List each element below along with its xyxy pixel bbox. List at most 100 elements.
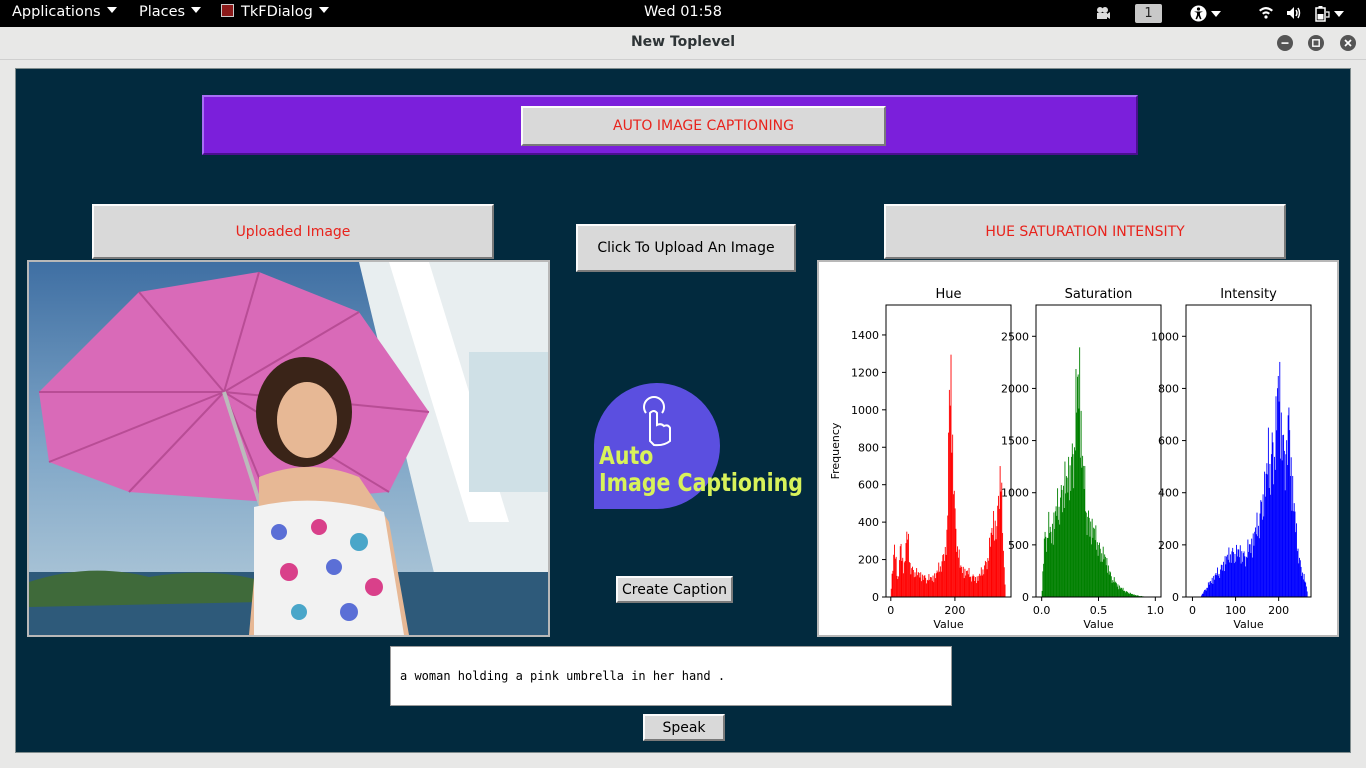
x-tick-label: 100 <box>1225 604 1246 617</box>
chart-title: Intensity <box>1220 287 1277 302</box>
histogram-bar <box>890 588 892 597</box>
workspace-indicator[interactable]: 1 <box>1135 4 1162 23</box>
histogram-bar <box>949 405 951 597</box>
histogram-bar <box>935 573 937 597</box>
histogram-bar <box>981 575 983 597</box>
histogram-bar <box>993 540 995 597</box>
y-tick-label: 2000 <box>1001 382 1029 395</box>
close-button[interactable] <box>1340 35 1356 51</box>
histogram-bar <box>964 568 966 597</box>
histogram-bar <box>997 505 999 597</box>
caption-output[interactable]: a woman holding a pink umbrella in her h… <box>390 646 952 706</box>
chevron-down-icon[interactable] <box>1334 11 1344 17</box>
minimize-button[interactable] <box>1277 35 1293 51</box>
y-tick-label: 400 <box>858 516 879 529</box>
histogram-saturation: Saturation Value 0.0 0.5 1.0 0 500 1000 1500 2000… <box>1001 287 1164 631</box>
histogram-bar <box>921 574 923 597</box>
histogram-bar <box>985 562 987 597</box>
histogram-bar <box>929 579 931 597</box>
create-caption-button[interactable]: Create Caption <box>616 576 733 603</box>
histogram-bar <box>1002 533 1004 597</box>
clock[interactable]: Wed 01:58 <box>644 4 722 20</box>
histogram-bar <box>912 566 913 597</box>
histogram-bar <box>894 544 895 597</box>
histogram-bar <box>1306 591 1308 597</box>
wifi-icon[interactable] <box>1258 5 1274 19</box>
y-tick-label: 1500 <box>1001 435 1029 448</box>
app-content: AUTO IMAGE CAPTIONING Uploaded Image Cli… <box>15 68 1351 753</box>
histogram-bar <box>917 572 919 597</box>
histogram-bar <box>953 490 955 597</box>
histogram-bar <box>996 526 998 597</box>
histogram-bar <box>948 432 950 597</box>
histogram-bar <box>923 575 925 597</box>
histogram-bar <box>966 570 968 597</box>
speak-button[interactable]: Speak <box>643 714 725 741</box>
histogram-bar <box>956 551 958 597</box>
window-titlebar[interactable]: New Toplevel <box>0 27 1366 60</box>
histogram-bar <box>989 537 990 597</box>
histogram-bar <box>899 546 901 597</box>
video-camera-icon[interactable] <box>1095 5 1111 21</box>
histogram-bar <box>902 557 904 597</box>
volume-icon[interactable] <box>1286 5 1302 21</box>
chevron-down-icon[interactable] <box>1211 11 1221 17</box>
histogram-bar <box>910 574 912 597</box>
histogram-bar <box>894 558 896 597</box>
histogram-bar <box>922 579 924 597</box>
histogram-bar <box>920 572 922 597</box>
histogram-bar <box>971 581 972 597</box>
histogram-bar <box>938 562 940 597</box>
histogram-bar <box>976 576 978 597</box>
uploaded-image <box>27 260 550 637</box>
histogram-bar <box>916 568 918 597</box>
histogram-bar <box>940 571 942 597</box>
chart-title: Saturation <box>1065 287 1133 302</box>
histogram-bar <box>926 579 928 597</box>
histogram-bar <box>906 531 908 597</box>
histogram-bar <box>972 574 974 597</box>
histogram-bar <box>998 508 1000 597</box>
y-tick-label: 0 <box>1172 591 1179 604</box>
histogram-bar <box>905 543 907 597</box>
histogram-bar <box>914 572 916 597</box>
histogram-bar <box>951 452 953 597</box>
header-title-button[interactable]: AUTO IMAGE CAPTIONING <box>521 106 886 146</box>
histogram-bar <box>961 566 963 597</box>
y-tick-label: 200 <box>1158 539 1179 552</box>
y-tick-label: 500 <box>1008 539 1029 552</box>
histogram-bar <box>957 557 959 597</box>
histogram-bar <box>1001 482 1003 597</box>
chevron-down-icon <box>318 7 329 13</box>
histogram-bar <box>977 580 979 597</box>
app-menu-label: TkFDialog <box>241 4 313 20</box>
maximize-button[interactable] <box>1308 35 1324 51</box>
places-menu[interactable]: Places <box>139 4 202 20</box>
x-axis-label: Value <box>1233 618 1263 631</box>
y-tick-label: 2500 <box>1001 330 1029 343</box>
battery-power-icon[interactable] <box>1314 5 1330 22</box>
applications-menu[interactable]: Applications <box>12 4 117 20</box>
histogram-bar <box>950 354 952 597</box>
app-menu[interactable]: TkFDialog <box>221 4 329 20</box>
top-bar: Applications Places TkFDialog Wed 01:58 … <box>0 0 1366 27</box>
histogram-bar <box>924 575 926 597</box>
histogram-bar <box>898 560 900 597</box>
histogram-bar <box>937 572 939 597</box>
x-tick-label: 200 <box>944 604 965 617</box>
x-tick-label: 1.0 <box>1147 604 1165 617</box>
x-tick-label: 0.0 <box>1033 604 1051 617</box>
places-label: Places <box>139 4 186 20</box>
y-tick-label: 1400 <box>851 329 879 342</box>
histogram-bar <box>933 582 935 597</box>
upload-image-button[interactable]: Click To Upload An Image <box>576 224 796 272</box>
histogram-bar <box>907 539 909 597</box>
caption-text: a woman holding a pink umbrella in her h… <box>400 669 726 683</box>
accessibility-icon[interactable] <box>1190 5 1207 22</box>
applications-label: Applications <box>12 4 101 20</box>
histogram-bar <box>915 576 917 597</box>
y-tick-label: 0 <box>872 591 879 604</box>
histogram-bar <box>1000 491 1002 597</box>
histogram-bar <box>960 565 962 597</box>
hsi-histogram-panel: Hue Value Frequency 0 200 0 200 400 600 800 1000 12… <box>817 260 1339 637</box>
